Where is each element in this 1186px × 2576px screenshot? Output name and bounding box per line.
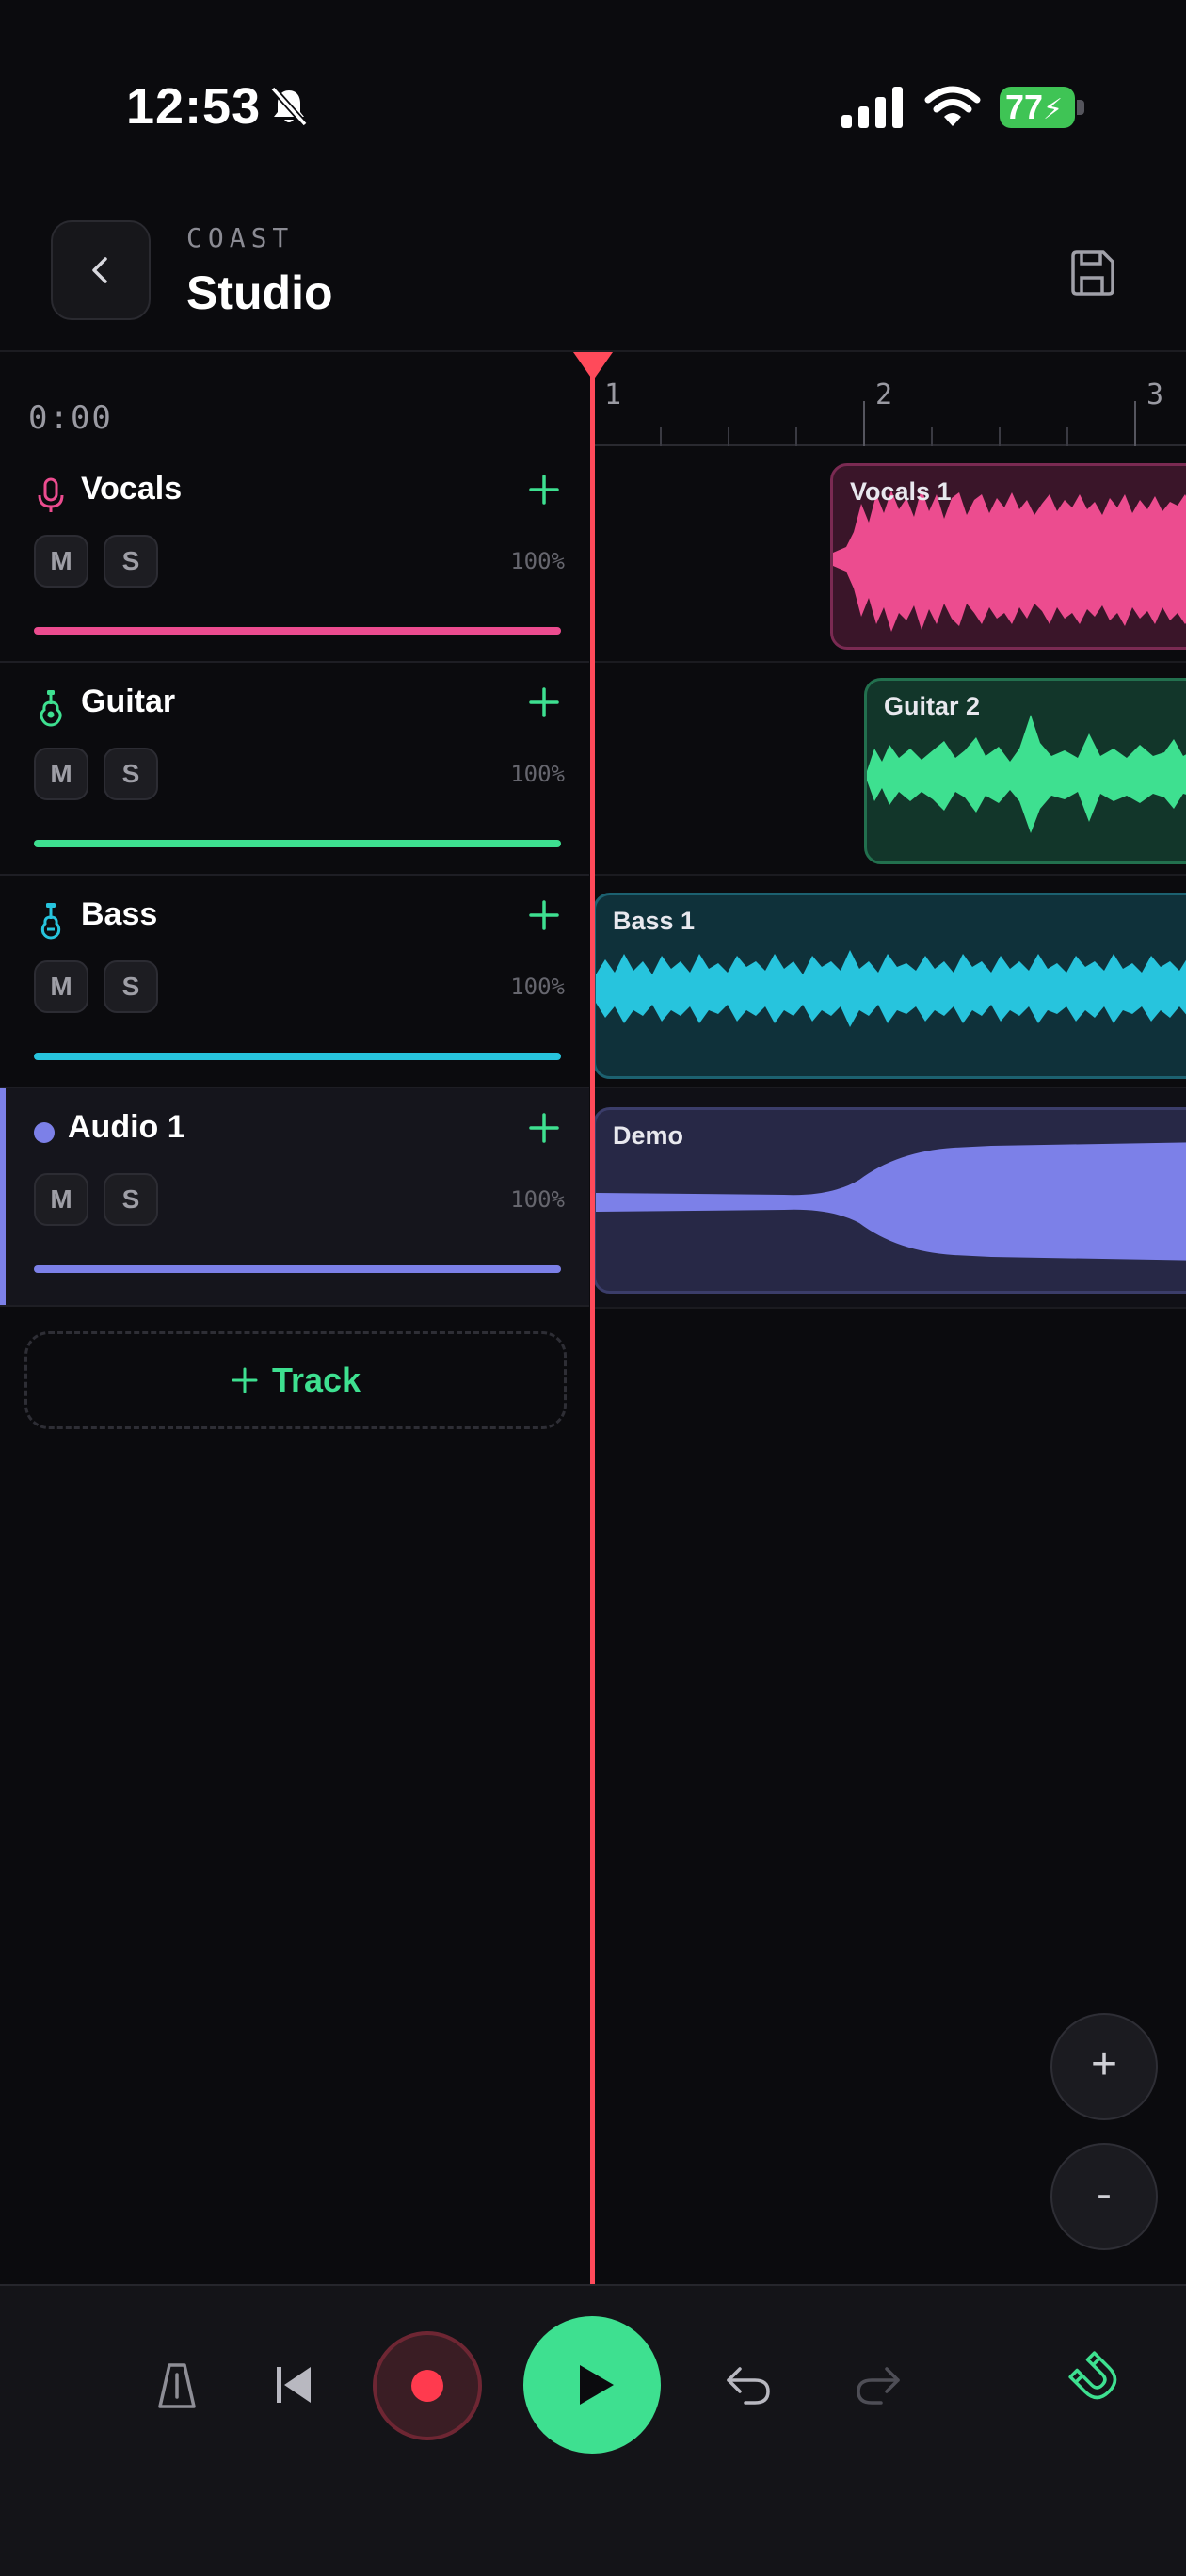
brand-label: COAST [186, 222, 295, 253]
bass-icon [40, 903, 61, 940]
volume-slider[interactable] [34, 840, 561, 847]
solo-button[interactable]: S [104, 1173, 158, 1226]
lane-divider [593, 661, 1186, 663]
lane-divider [593, 1307, 1186, 1309]
record-dot-icon [411, 2370, 443, 2402]
clip-label: Vocals 1 [850, 477, 952, 506]
lane-divider [593, 874, 1186, 876]
mute-button[interactable]: M [34, 748, 88, 800]
track-volume: 100% [510, 761, 565, 787]
track-vocals[interactable]: Vocals M S 100% [0, 450, 589, 663]
clip-label: Bass 1 [613, 907, 696, 935]
solo-button[interactable]: S [104, 748, 158, 800]
track-volume: 100% [510, 548, 565, 574]
dot-icon [34, 1122, 55, 1143]
waveform [596, 1142, 1186, 1261]
chevron-left-icon [92, 257, 107, 283]
clip-bass-1[interactable]: Bass 1 [593, 893, 1186, 1079]
back-button[interactable] [51, 220, 151, 320]
timeline-ruler[interactable]: 1 2 3 [593, 352, 1186, 446]
status-time: 12:53 [126, 78, 262, 135]
playhead-handle[interactable] [573, 352, 613, 380]
plus-icon[interactable] [525, 471, 563, 508]
track-audio-1[interactable]: Audio 1 M S 100% [0, 1088, 589, 1307]
add-track-button[interactable]: Track [24, 1331, 567, 1429]
track-volume: 100% [510, 1186, 565, 1213]
mute-button[interactable]: M [34, 1173, 88, 1226]
plus-icon[interactable] [525, 896, 563, 934]
clip-label: Guitar 2 [884, 692, 981, 720]
track-volume: 100% [510, 974, 565, 1000]
playhead[interactable] [590, 352, 595, 2286]
magnet-snap-icon[interactable] [1067, 2350, 1124, 2407]
volume-slider[interactable] [34, 627, 561, 635]
plus-icon [232, 1367, 258, 1393]
play-button[interactable] [523, 2316, 661, 2454]
ruler-mark: 3 [1146, 378, 1164, 411]
solo-button[interactable]: S [104, 535, 158, 588]
metronome-icon[interactable] [154, 2361, 200, 2410]
battery-level: 77 [1005, 88, 1044, 126]
play-icon [580, 2365, 614, 2405]
bell-muted-icon [270, 86, 308, 127]
track-name: Audio 1 [68, 1109, 185, 1145]
track-name: Bass [81, 896, 158, 932]
redo-icon[interactable] [853, 2363, 904, 2407]
wifi-icon [924, 86, 981, 126]
time-readout: 0:00 [28, 399, 113, 437]
track-guitar[interactable]: Guitar M S 100% [0, 663, 589, 876]
track-bass[interactable]: Bass M S 100% [0, 876, 589, 1088]
zoom-in-button[interactable]: + [1050, 2013, 1158, 2120]
plus-icon[interactable] [525, 684, 563, 721]
clip-label: Demo [613, 1121, 684, 1150]
ruler-mark: 1 [604, 378, 622, 411]
selected-indicator [0, 1088, 6, 1305]
mute-button[interactable]: M [34, 535, 88, 588]
save-icon[interactable] [1066, 247, 1118, 299]
signal-icon [841, 87, 903, 128]
mute-button[interactable]: M [34, 960, 88, 1013]
battery-indicator: 77⚡ [1000, 87, 1084, 128]
guitar-icon [40, 690, 62, 727]
add-track-label: Track [271, 1360, 361, 1399]
solo-button[interactable]: S [104, 960, 158, 1013]
track-name: Guitar [81, 684, 176, 719]
ruler-mark: 2 [875, 378, 893, 411]
undo-icon[interactable] [723, 2363, 774, 2407]
clip-demo[interactable]: Demo [593, 1107, 1186, 1294]
volume-slider[interactable] [34, 1265, 561, 1273]
record-button[interactable] [373, 2331, 482, 2440]
microphone-icon [38, 477, 64, 512]
track-name: Vocals [81, 471, 183, 507]
volume-slider[interactable] [34, 1053, 561, 1060]
charging-icon: ⚡ [1043, 94, 1064, 125]
clip-guitar-2[interactable]: Guitar 2 [864, 678, 1186, 864]
zoom-out-button[interactable]: - [1050, 2143, 1158, 2250]
plus-icon[interactable] [525, 1109, 563, 1147]
skip-back-icon[interactable] [273, 2363, 314, 2407]
project-title: Studio [186, 266, 333, 319]
clip-vocals-1[interactable]: Vocals 1 [830, 463, 1186, 650]
